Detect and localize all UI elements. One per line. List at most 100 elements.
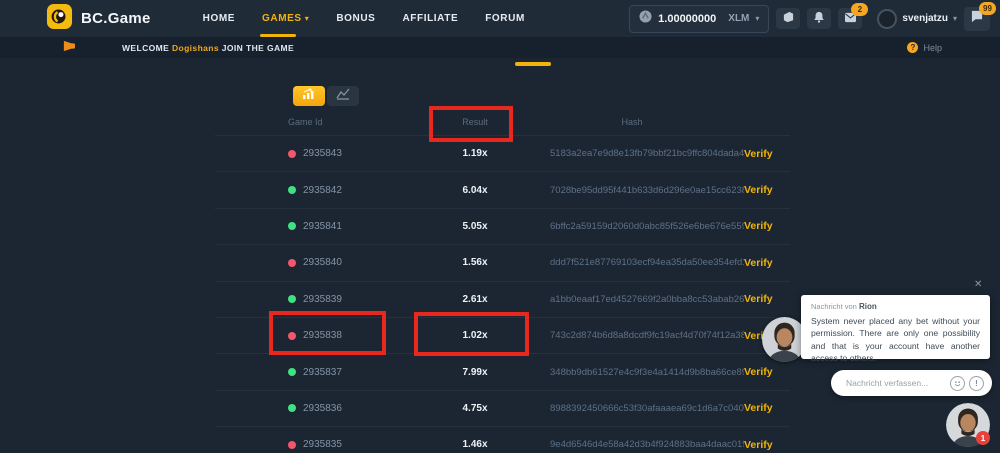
column-header-hash: Hash: [520, 117, 744, 127]
hash-value: a1bb0eaaf17ed4527669f2a0bba8cc53abab26c6…: [520, 294, 744, 305]
chat-sender-name: Rion: [859, 302, 877, 311]
status-dot: [288, 441, 296, 449]
help-label: Help: [923, 43, 942, 53]
verify-link[interactable]: Verify: [744, 257, 790, 269]
table-row: 2935840 1.56x ddd7f521e87769103ecf94ea35…: [215, 244, 790, 280]
table-row: 2935839 2.61x a1bb0eaaf17ed4527669f2a0bb…: [215, 281, 790, 317]
game-id: 2935840: [303, 257, 342, 268]
announcement-bar: WELCOME Dogishans JOIN THE GAME ? Help: [0, 37, 1000, 58]
question-mark-icon: ?: [907, 42, 918, 53]
notifications-button[interactable]: [807, 8, 831, 29]
user-avatar: [877, 9, 897, 29]
info-icon[interactable]: !: [969, 376, 984, 391]
hash-value: 6bffc2a59159d2060d0abc85f526e6be676e5590…: [520, 221, 744, 232]
table-row: 2935836 4.75x 8988392450666c53f30afaaaea…: [215, 390, 790, 426]
verify-link[interactable]: Verify: [744, 184, 790, 196]
nav-bonus[interactable]: BONUS: [336, 0, 375, 37]
table-row: 2935835 1.46x 9e4d6546d4e58a42d3b4f92488…: [215, 426, 790, 453]
verify-link[interactable]: Verify: [744, 402, 790, 414]
help-button[interactable]: ? Help: [907, 42, 942, 53]
trend-chart-toggle-button[interactable]: [327, 86, 359, 106]
verify-link[interactable]: Verify: [744, 148, 790, 160]
status-dot: [288, 259, 296, 267]
nav-games[interactable]: GAMES▾: [262, 0, 309, 37]
chat-input-placeholder: Nachricht verfassen...: [831, 378, 950, 388]
user-menu[interactable]: svenjatzu ▾: [877, 9, 957, 29]
result-value: 1.19x: [430, 148, 520, 159]
status-dot: [288, 150, 296, 158]
megaphone-icon: [62, 39, 76, 57]
chat-button[interactable]: 99: [964, 7, 990, 31]
status-dot: [288, 222, 296, 230]
verify-link[interactable]: Verify: [744, 439, 790, 451]
status-dot: [288, 404, 296, 412]
column-header-result: Result: [430, 117, 520, 127]
chat-close-icon[interactable]: ✕: [974, 279, 982, 290]
status-dot: [288, 368, 296, 376]
verify-link[interactable]: Verify: [744, 293, 790, 305]
hash-value: ddd7f521e87769103ecf94ea35da50ee354efd1c…: [520, 257, 744, 268]
balance-amount: 1.00000000: [658, 13, 716, 25]
brand-name: BC.Game: [81, 10, 151, 27]
game-history-table: Game Id Result Hash 2935843 1.19x 5183a2…: [215, 108, 790, 453]
table-row: 2935838 1.02x 743c2d874b6d8a8dcdf9fc19ac…: [215, 317, 790, 353]
game-id: 2935835: [303, 439, 342, 450]
nav-home[interactable]: HOME: [203, 0, 235, 37]
chat-input[interactable]: Nachricht verfassen... !: [831, 370, 992, 396]
wallet-icon: [782, 10, 795, 28]
status-dot: [288, 295, 296, 303]
game-id: 2935837: [303, 367, 342, 378]
nav-forum[interactable]: FORUM: [485, 0, 525, 37]
result-value: 1.02x: [430, 330, 520, 341]
balance-selector[interactable]: 1.00000000 XLM ▾: [629, 5, 769, 33]
bell-icon: [813, 10, 825, 28]
history-view-toggle: [293, 86, 359, 106]
result-value: 1.46x: [430, 439, 520, 450]
result-value: 1.56x: [430, 257, 520, 268]
emoji-icon[interactable]: [950, 376, 965, 391]
chat-message-text: System never placed any bet without your…: [811, 315, 980, 365]
nav-affiliate[interactable]: AFFILIATE: [402, 0, 458, 37]
hash-value: 5183a2ea7e9d8e13fb79bbf21bc9ffc804dada4a…: [520, 148, 744, 159]
mail-badge: 2: [851, 3, 868, 16]
bar-chart-toggle-button[interactable]: [293, 86, 325, 106]
result-value: 4.75x: [430, 403, 520, 414]
result-value: 6.04x: [430, 185, 520, 196]
hash-value: 348bb9db61527e4c9f3e4a1414d9b8ba66ce8970…: [520, 367, 744, 378]
game-id: 2935842: [303, 185, 342, 196]
hash-value: 7028be95dd95f441b633d6d296e0ae15cc6238dd…: [520, 185, 744, 196]
verify-link[interactable]: Verify: [744, 366, 790, 378]
wallet-button[interactable]: [776, 8, 800, 29]
result-value: 7.99x: [430, 367, 520, 378]
game-id: 2935843: [303, 148, 342, 159]
announcement-text: WELCOME Dogishans JOIN THE GAME: [122, 43, 294, 53]
table-header: Game Id Result Hash: [215, 108, 790, 135]
bar-chart-icon: [302, 87, 316, 105]
chat-from-line: Nachricht von Rion: [811, 302, 980, 311]
bcgame-logo-icon: [46, 3, 73, 35]
game-id: 2935839: [303, 294, 342, 305]
currency-label: XLM: [728, 13, 749, 24]
game-id: 2935841: [303, 221, 342, 232]
announcement-username: Dogishans: [172, 43, 219, 53]
chevron-down-icon: ▾: [755, 14, 759, 23]
hash-value: 9e4d6546d4e58a42d3b4f924883baa4daac019ce…: [520, 439, 744, 450]
chevron-down-icon: ▾: [305, 14, 310, 23]
game-table-body: 2935843 1.19x 5183a2ea7e9d8e13fb79bbf21b…: [215, 135, 790, 453]
verify-link[interactable]: Verify: [744, 220, 790, 232]
topbar-right: 1.00000000 XLM ▾ 2: [629, 0, 990, 37]
table-row: 2935837 7.99x 348bb9db61527e4c9f3e4a1414…: [215, 353, 790, 389]
tab-scroll-indicator: [515, 62, 551, 66]
result-value: 5.05x: [430, 221, 520, 232]
top-bar: BC.Game HOME GAMES▾ BONUS AFFILIATE FORU…: [0, 0, 1000, 37]
brand-logo[interactable]: BC.Game: [46, 3, 151, 35]
bcgame-page: BC.Game HOME GAMES▾ BONUS AFFILIATE FORU…: [0, 0, 1000, 453]
status-dot: [288, 332, 296, 340]
coin-icon: [639, 10, 652, 28]
game-id: 2935838: [303, 330, 342, 341]
chat-badge: 99: [979, 2, 996, 15]
mail-button[interactable]: 2: [838, 8, 862, 29]
status-dot: [288, 186, 296, 194]
username: svenjatzu: [902, 13, 948, 24]
main-nav: HOME GAMES▾ BONUS AFFILIATE FORUM: [203, 0, 525, 37]
